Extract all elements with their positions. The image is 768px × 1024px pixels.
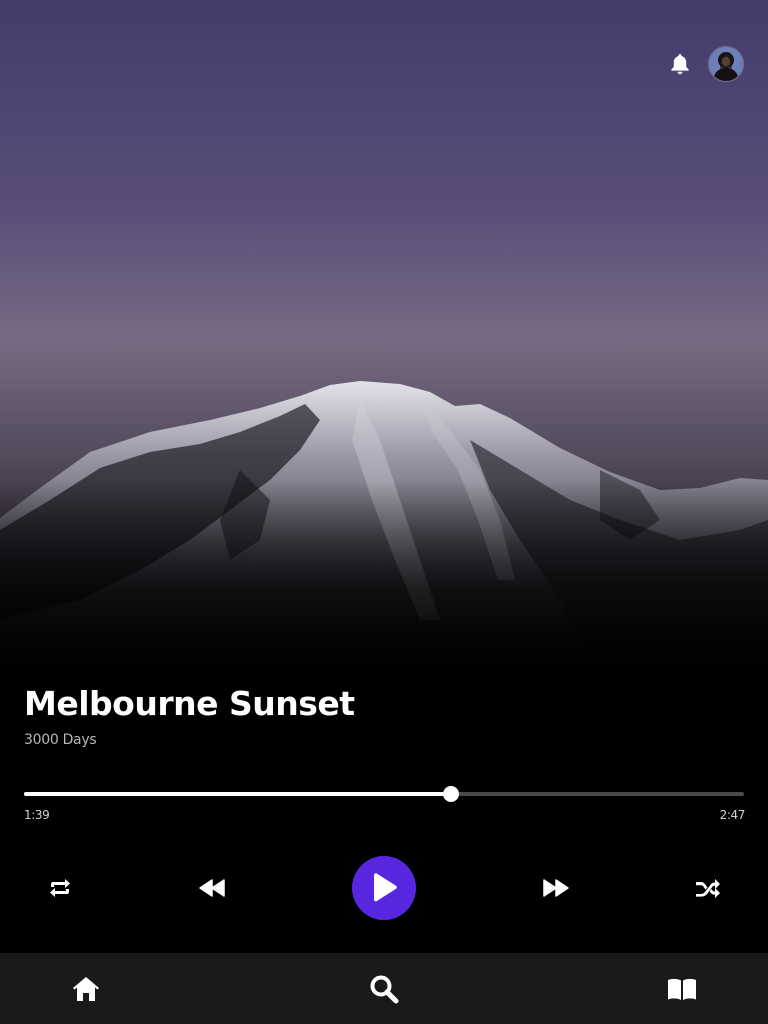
- track-info: Melbourne Sunset 3000 Days: [24, 684, 355, 748]
- progress-fill: [24, 792, 451, 796]
- home-icon: [73, 976, 99, 1001]
- album-artwork: [0, 0, 768, 680]
- progress-slider[interactable]: [24, 784, 744, 804]
- fast-forward-icon: [543, 879, 569, 897]
- track-artist: 3000 Days: [24, 732, 97, 748]
- bottom-navigation: [0, 953, 768, 1024]
- top-actions: [666, 46, 744, 82]
- nav-search[interactable]: [354, 953, 414, 1024]
- repeat-button[interactable]: [28, 856, 92, 920]
- book-icon: [668, 978, 696, 1000]
- repeat-icon: [50, 879, 70, 897]
- rewind-button[interactable]: [180, 856, 244, 920]
- music-player-screen: Melbourne Sunset 3000 Days 1:39 2:47: [0, 0, 768, 1024]
- shuffle-icon: [696, 879, 720, 898]
- rewind-icon: [199, 879, 225, 897]
- search-icon: [370, 975, 399, 1003]
- progress-thumb[interactable]: [442, 786, 459, 802]
- total-duration: 2:47: [719, 808, 746, 822]
- track-title: Melbourne Sunset: [24, 684, 355, 723]
- play-button[interactable]: [352, 856, 416, 920]
- elapsed-time: 1:39: [24, 808, 50, 822]
- fast-forward-button[interactable]: [524, 856, 588, 920]
- nav-library[interactable]: [652, 953, 712, 1024]
- artwork-fade: [0, 480, 768, 680]
- user-avatar[interactable]: [708, 46, 744, 82]
- play-icon: [374, 873, 397, 902]
- nav-home[interactable]: [56, 953, 116, 1024]
- playback-controls: [0, 856, 768, 920]
- bell-icon[interactable]: [666, 50, 694, 78]
- shuffle-button[interactable]: [676, 856, 740, 920]
